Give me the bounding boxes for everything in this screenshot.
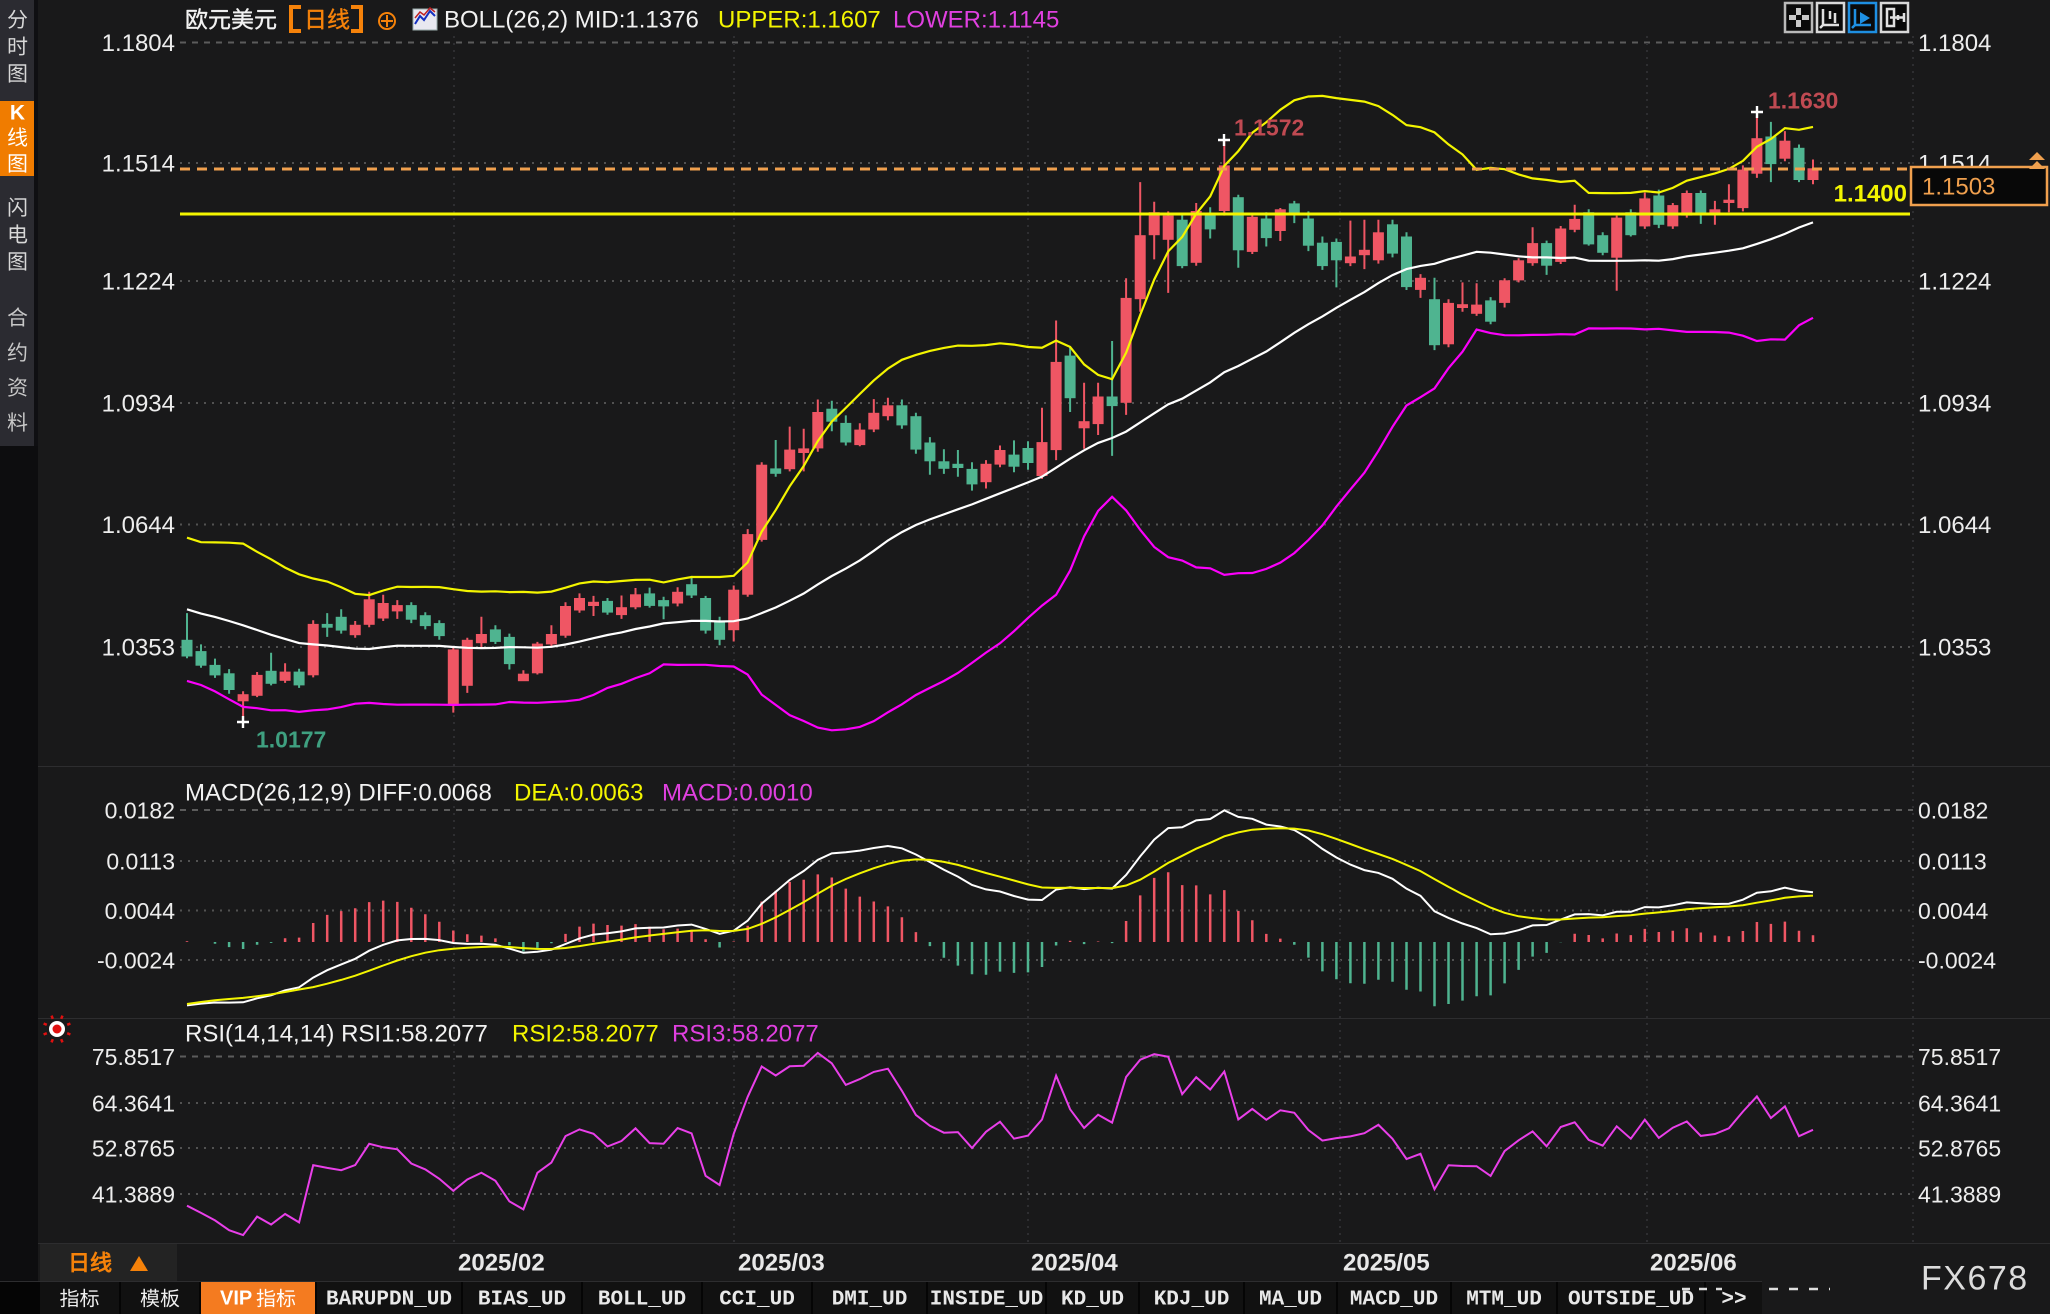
svg-text:1.1224: 1.1224	[102, 269, 175, 296]
svg-text:BOLL(26,2) MID:1.1376: BOLL(26,2) MID:1.1376	[444, 7, 699, 34]
svg-text:MA_UD: MA_UD	[1259, 1289, 1322, 1312]
svg-text:BIAS_UD: BIAS_UD	[478, 1289, 566, 1312]
svg-text:KD_UD: KD_UD	[1061, 1289, 1124, 1312]
svg-text:2025/02: 2025/02	[458, 1250, 545, 1277]
svg-text:FX678: FX678	[1921, 1259, 2029, 1297]
svg-text:41.3889: 41.3889	[92, 1181, 175, 1207]
svg-text:K: K	[10, 102, 25, 125]
svg-text:DMI_UD: DMI_UD	[832, 1289, 908, 1312]
svg-text:>>: >>	[1721, 1289, 1746, 1312]
svg-text:41.3889: 41.3889	[1918, 1181, 2001, 1207]
svg-text:1.1400: 1.1400	[1834, 181, 1907, 208]
svg-text:UPPER:1.1607: UPPER:1.1607	[718, 7, 881, 34]
svg-text:64.3641: 64.3641	[1918, 1090, 2001, 1116]
svg-text:0.0044: 0.0044	[1918, 898, 1989, 924]
svg-text:INSIDE_UD: INSIDE_UD	[930, 1289, 1043, 1312]
svg-text:MACD:0.0010: MACD:0.0010	[662, 780, 813, 807]
svg-text:0.0044: 0.0044	[105, 898, 176, 924]
svg-text:-0.0024: -0.0024	[1918, 947, 1996, 973]
svg-text:1.1804: 1.1804	[102, 30, 175, 57]
svg-text:0.0113: 0.0113	[1918, 848, 1987, 874]
svg-text:BOLL_UD: BOLL_UD	[598, 1289, 686, 1312]
svg-text:1.1224: 1.1224	[1918, 269, 1991, 296]
svg-text:1.0934: 1.0934	[102, 391, 175, 418]
svg-text:KDJ_UD: KDJ_UD	[1154, 1289, 1230, 1312]
svg-text:0.0182: 0.0182	[105, 797, 175, 823]
svg-text:75.8517: 75.8517	[1918, 1044, 2001, 1070]
svg-text:1.1503: 1.1503	[1922, 174, 1995, 201]
svg-text:1.0644: 1.0644	[102, 512, 175, 539]
svg-text:2025/05: 2025/05	[1343, 1250, 1430, 1277]
svg-text:VIP: VIP	[220, 1287, 252, 1309]
svg-text:CCI_UD: CCI_UD	[719, 1289, 795, 1312]
svg-text:52.8765: 52.8765	[92, 1135, 175, 1161]
svg-text:1.0353: 1.0353	[102, 635, 175, 662]
svg-text:2025/06: 2025/06	[1650, 1250, 1737, 1277]
svg-text:1.1630: 1.1630	[1768, 87, 1838, 113]
svg-text:1.1804: 1.1804	[1918, 30, 1991, 57]
svg-text:MACD(26,12,9) DIFF:0.0068: MACD(26,12,9) DIFF:0.0068	[185, 780, 492, 807]
svg-text:0.0113: 0.0113	[106, 848, 175, 874]
svg-text:BARUPDN_UD: BARUPDN_UD	[326, 1289, 452, 1312]
svg-text:OUTSIDE_UD: OUTSIDE_UD	[1568, 1289, 1694, 1312]
svg-text:MTM_UD: MTM_UD	[1466, 1289, 1542, 1312]
svg-text:0.0182: 0.0182	[1918, 797, 1988, 823]
svg-text:1.0644: 1.0644	[1918, 512, 1991, 539]
svg-text:-0.0024: -0.0024	[97, 947, 175, 973]
svg-text:52.8765: 52.8765	[1918, 1135, 2001, 1161]
svg-text:1.0177: 1.0177	[256, 726, 326, 752]
svg-text:1.0353: 1.0353	[1918, 635, 1991, 662]
svg-text:DEA:0.0063: DEA:0.0063	[514, 780, 643, 807]
svg-text:RSI2:58.2077: RSI2:58.2077	[512, 1021, 659, 1048]
svg-text:75.8517: 75.8517	[92, 1044, 175, 1070]
svg-text:MACD_UD: MACD_UD	[1350, 1289, 1438, 1312]
svg-text:1.1514: 1.1514	[102, 151, 175, 178]
svg-text:LOWER:1.1145: LOWER:1.1145	[893, 7, 1059, 34]
svg-text:RSI3:58.2077: RSI3:58.2077	[672, 1021, 819, 1048]
svg-text:64.3641: 64.3641	[92, 1090, 175, 1116]
svg-text:1.0934: 1.0934	[1918, 391, 1991, 418]
svg-text:RSI(14,14,14) RSI1:58.2077: RSI(14,14,14) RSI1:58.2077	[185, 1021, 488, 1048]
svg-text:1.1572: 1.1572	[1234, 114, 1304, 140]
svg-text:2025/04: 2025/04	[1031, 1250, 1118, 1277]
svg-text:2025/03: 2025/03	[738, 1250, 825, 1277]
